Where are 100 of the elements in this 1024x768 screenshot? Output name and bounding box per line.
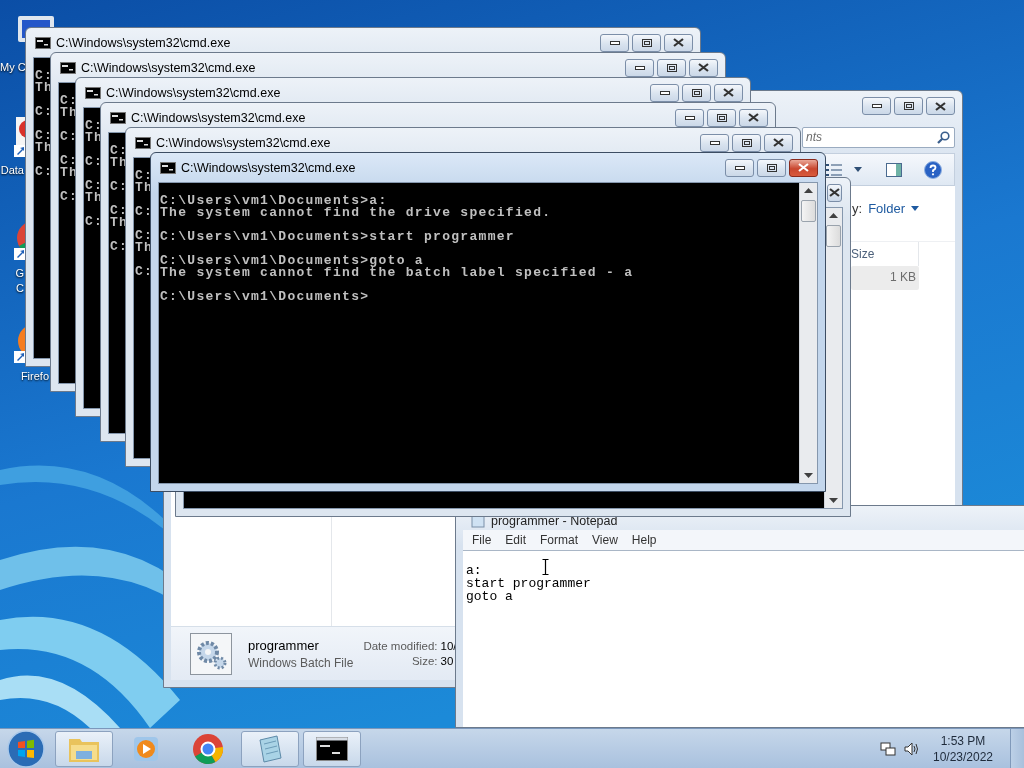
clock-time[interactable]: 1:53 PM: [940, 733, 986, 748]
desktop-icon-label[interactable]: Firefo: [0, 369, 49, 384]
minimize-button[interactable]: [625, 58, 654, 77]
close-button[interactable]: [827, 183, 842, 202]
close-icon: [798, 163, 809, 172]
maximize-button[interactable]: [632, 33, 661, 52]
desktop-icon-label[interactable]: Data: [0, 163, 24, 178]
maximize-icon: [666, 63, 677, 72]
table-cell: 1 KB: [851, 266, 919, 290]
console-line: C:: [60, 131, 79, 143]
desktop-icon-label[interactable]: My C: [0, 60, 24, 75]
window-title: programmer - Notepad: [491, 514, 618, 528]
desktop-icon-label[interactable]: G C: [0, 266, 24, 296]
console-icon: [110, 111, 126, 124]
arrange-label: y:: [852, 201, 863, 216]
field-label: Date modified:: [363, 640, 438, 652]
scrollbar-thumb[interactable]: [801, 200, 816, 222]
maximize-icon: [691, 88, 702, 97]
minimize-button[interactable]: [600, 33, 629, 52]
close-button[interactable]: [926, 97, 955, 115]
batch-file-icon: [190, 632, 232, 675]
preview-pane-icon[interactable]: [886, 162, 902, 177]
text-line: goto a: [466, 590, 513, 603]
clock-date[interactable]: 10/23/2022: [932, 749, 994, 764]
minimize-button[interactable]: [725, 158, 754, 177]
maximize-button[interactable]: [682, 83, 711, 102]
arrange-dropdown[interactable]: Folder: [868, 201, 919, 216]
console-line: The system cannot find the batch label specified - a: [160, 267, 634, 279]
window-title: C:\Windows\system32\cmd.exe: [131, 110, 306, 125]
minimize-icon: [734, 164, 745, 171]
search-field[interactable]: nts: [802, 126, 955, 148]
media-player-icon: [133, 735, 159, 762]
close-icon: [723, 88, 734, 97]
maximize-button[interactable]: [757, 158, 786, 177]
console-line: C:: [35, 130, 54, 142]
minimize-icon: [634, 64, 645, 71]
column-header[interactable]: Size: [850, 242, 918, 266]
close-button[interactable]: [764, 133, 793, 152]
console-line: C:: [60, 95, 79, 107]
console-line: C:: [60, 191, 79, 203]
minimize-button[interactable]: [675, 108, 704, 127]
minimize-button[interactable]: [862, 97, 891, 115]
console-line: C:: [85, 120, 104, 132]
scrollbar-thumb[interactable]: [826, 225, 841, 247]
network-icon[interactable]: [880, 740, 896, 757]
window-title: C:\Windows\system32\cmd.exe: [156, 135, 331, 150]
close-icon: [773, 138, 784, 147]
scroll-down-arrow-icon: [829, 498, 838, 503]
search-icon: [937, 130, 950, 144]
close-icon: [935, 101, 946, 111]
volume-icon[interactable]: [904, 740, 920, 757]
menu-item[interactable]: Format: [535, 533, 584, 547]
close-button[interactable]: [664, 33, 693, 52]
menu-item[interactable]: File: [467, 533, 497, 547]
console-line: C:\Users\vm1\Documents>start programmer: [160, 231, 515, 243]
console-line: C:\Users\vm1\Documents>a:: [160, 195, 388, 207]
console-line: C:: [110, 181, 129, 193]
close-button[interactable]: [714, 83, 743, 102]
maximize-button[interactable]: [657, 58, 686, 77]
maximize-icon: [716, 113, 727, 122]
maximize-button[interactable]: [894, 97, 923, 115]
text-area[interactable]: a: start programmer goto a: [463, 550, 1024, 727]
view-list-icon[interactable]: [826, 162, 842, 177]
scroll-up-arrow-icon: [804, 188, 813, 193]
window-title: C:\Windows\system32\cmd.exe: [181, 160, 356, 175]
menu-item[interactable]: Help: [626, 533, 662, 547]
menu-item[interactable]: View: [587, 533, 623, 547]
start-button[interactable]: [7, 729, 45, 768]
maximize-icon: [741, 138, 752, 147]
help-icon[interactable]: [924, 160, 942, 179]
console-line: C:: [85, 156, 104, 168]
close-button[interactable]: [789, 158, 818, 177]
minimize-icon: [659, 89, 670, 96]
console-line: C:: [60, 155, 79, 167]
taskbar-button[interactable]: [303, 730, 361, 767]
close-icon: [698, 63, 709, 72]
minimize-icon: [709, 139, 720, 146]
close-button[interactable]: [689, 58, 718, 77]
console-line: C:: [110, 205, 129, 217]
caret-icon[interactable]: [854, 167, 862, 172]
console-line: C:\Users\vm1\Documents>goto a: [160, 255, 424, 267]
console-line: C:: [135, 266, 154, 278]
minimize-button[interactable]: [650, 83, 679, 102]
close-button[interactable]: [739, 108, 768, 127]
file-type: Windows Batch File: [248, 655, 354, 670]
maximize-button[interactable]: [732, 133, 761, 152]
menu-item[interactable]: Edit: [500, 533, 532, 547]
text-line: start programmer: [466, 577, 591, 590]
window-title: C:\Windows\system32\cmd.exe: [106, 85, 281, 100]
console-icon: [35, 36, 51, 49]
console-icon: [85, 86, 101, 99]
window-title: C:\Windows\system32\cmd.exe: [56, 35, 231, 50]
console-line: The system cannot find the drive specified.: [160, 207, 552, 219]
minimize-button[interactable]: [700, 133, 729, 152]
console-line: C:: [35, 70, 54, 82]
console-line: C:: [135, 206, 154, 218]
file-name: programmer: [248, 637, 320, 653]
console-line: C:: [85, 216, 104, 228]
maximize-button[interactable]: [707, 108, 736, 127]
maximize-icon: [641, 38, 652, 47]
